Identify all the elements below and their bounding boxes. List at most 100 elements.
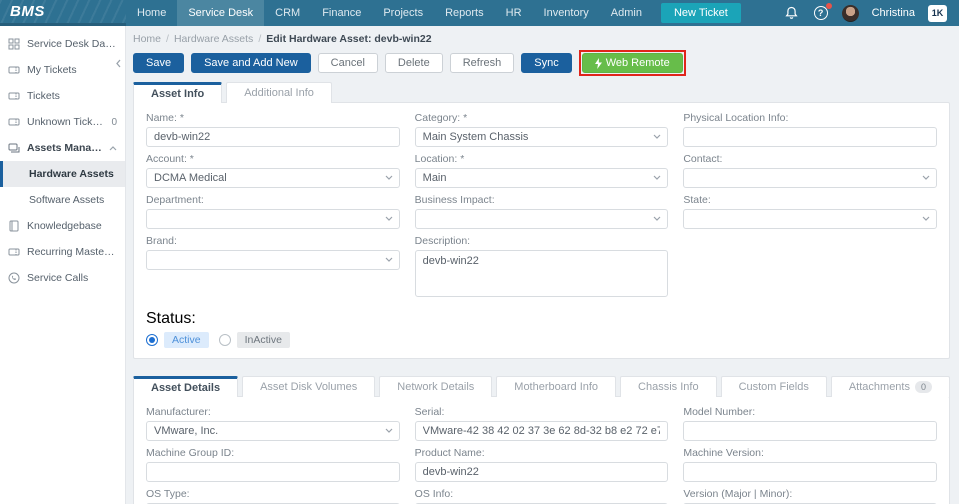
lightning-bolt-icon bbox=[595, 58, 602, 69]
nav-finance[interactable]: Finance bbox=[311, 0, 372, 26]
notifications-bell-icon[interactable] bbox=[784, 5, 800, 21]
category-select[interactable] bbox=[415, 127, 669, 147]
description-textarea[interactable]: devb-win22 bbox=[415, 250, 669, 297]
brand-select[interactable] bbox=[146, 250, 400, 270]
field-location: Location: * bbox=[415, 153, 669, 188]
sidebar-item-label: Service Desk Dashboard bbox=[27, 38, 117, 50]
sidebar-collapse-icon[interactable] bbox=[115, 59, 122, 71]
sync-button[interactable]: Sync bbox=[521, 53, 571, 73]
assets-icon bbox=[8, 142, 20, 154]
help-question-glyph: ? bbox=[814, 6, 828, 20]
name-input[interactable] bbox=[146, 127, 400, 147]
cancel-button[interactable]: Cancel bbox=[318, 53, 378, 73]
secondary-tabs: Asset Details Asset Disk Volumes Network… bbox=[133, 376, 950, 397]
status-inactive-radio[interactable]: InActive bbox=[219, 332, 290, 348]
field-product-name: Product Name: bbox=[415, 447, 669, 482]
save-and-add-new-button[interactable]: Save and Add New bbox=[191, 53, 311, 73]
field-status: Status: Active InActive bbox=[146, 310, 937, 348]
breadcrumb-hardware-assets[interactable]: Hardware Assets bbox=[174, 33, 253, 45]
chevron-up-icon bbox=[109, 146, 117, 151]
sidebar-item-hardware-assets[interactable]: Hardware Assets bbox=[0, 161, 125, 187]
department-select[interactable] bbox=[146, 209, 400, 229]
field-version: Version (Major | Minor): bbox=[683, 488, 937, 504]
sidebar-item-service-desk-dashboard[interactable]: Service Desk Dashboard bbox=[0, 31, 125, 57]
sidebar-item-knowledgebase[interactable]: Knowledgebase bbox=[0, 213, 125, 239]
status-inactive-label: InActive bbox=[237, 332, 290, 348]
nav-reports[interactable]: Reports bbox=[434, 0, 495, 26]
sidebar-item-label: Software Assets bbox=[29, 194, 104, 206]
breadcrumb-separator bbox=[166, 33, 169, 45]
physical-location-input[interactable] bbox=[683, 127, 937, 147]
sidebar-item-service-calls[interactable]: Service Calls bbox=[0, 265, 125, 291]
nav-projects[interactable]: Projects bbox=[372, 0, 434, 26]
web-remote-button[interactable]: Web Remote bbox=[582, 53, 683, 73]
sidebar-item-my-tickets[interactable]: My Tickets bbox=[0, 57, 125, 83]
book-icon bbox=[8, 220, 20, 232]
sidebar-item-assets-management[interactable]: Assets Management bbox=[0, 135, 125, 161]
sidebar-item-label: Unknown Tickets bbox=[27, 116, 104, 128]
nav-hr[interactable]: HR bbox=[495, 0, 533, 26]
tab-network-details[interactable]: Network Details bbox=[379, 376, 492, 397]
main-content: Home Hardware Assets Edit Hardware Asset… bbox=[126, 26, 959, 504]
user-avatar[interactable] bbox=[842, 5, 859, 22]
new-ticket-button[interactable]: New Ticket bbox=[661, 3, 741, 23]
tab-additional-info[interactable]: Additional Info bbox=[226, 82, 332, 103]
field-manufacturer: Manufacturer: bbox=[146, 406, 400, 441]
nav-inventory[interactable]: Inventory bbox=[533, 0, 600, 26]
radio-unselected-icon bbox=[219, 334, 231, 346]
machine-group-id-input[interactable] bbox=[146, 462, 400, 482]
asset-info-panel: Name: * Category: * Physical Location In… bbox=[133, 102, 950, 359]
field-account: Account: * bbox=[146, 153, 400, 188]
tab-attachments[interactable]: Attachments 0 bbox=[831, 376, 950, 397]
save-button[interactable]: Save bbox=[133, 53, 184, 73]
field-brand: Brand: bbox=[146, 235, 400, 302]
status-active-label: Active bbox=[164, 332, 209, 348]
tab-motherboard-info[interactable]: Motherboard Info bbox=[496, 376, 616, 397]
manufacturer-select[interactable] bbox=[146, 421, 400, 441]
top-right-controls: ? Christina 1K bbox=[784, 0, 959, 26]
field-serial: Serial: bbox=[415, 406, 669, 441]
state-select[interactable] bbox=[683, 209, 937, 229]
tab-custom-fields[interactable]: Custom Fields bbox=[721, 376, 827, 397]
tab-asset-disk-volumes[interactable]: Asset Disk Volumes bbox=[242, 376, 375, 397]
machine-version-input[interactable] bbox=[683, 462, 937, 482]
sidebar-item-unknown-tickets[interactable]: Unknown Tickets 0 bbox=[0, 109, 125, 135]
tab-asset-details[interactable]: Asset Details bbox=[133, 376, 238, 397]
account-select[interactable] bbox=[146, 168, 400, 188]
action-toolbar: Save Save and Add New Cancel Delete Refr… bbox=[133, 50, 950, 76]
field-physical-location: Physical Location Info: bbox=[683, 112, 937, 147]
sidebar-item-recurring-master-tickets[interactable]: Recurring Master Tickets bbox=[0, 239, 125, 265]
ticket-icon bbox=[8, 116, 20, 128]
product-name-input[interactable] bbox=[415, 462, 669, 482]
sidebar-item-software-assets[interactable]: Software Assets bbox=[0, 187, 125, 213]
dashboard-icon bbox=[8, 38, 20, 50]
nav-service-desk[interactable]: Service Desk bbox=[177, 0, 264, 26]
breadcrumb: Home Hardware Assets Edit Hardware Asset… bbox=[133, 33, 950, 45]
nav-crm[interactable]: CRM bbox=[264, 0, 311, 26]
tab-asset-info[interactable]: Asset Info bbox=[133, 82, 222, 103]
sidebar-item-label: Recurring Master Tickets bbox=[27, 246, 117, 258]
tab-chassis-info[interactable]: Chassis Info bbox=[620, 376, 717, 397]
kaseya-one-icon[interactable]: 1K bbox=[928, 5, 947, 22]
sidebar-item-tickets[interactable]: Tickets bbox=[0, 83, 125, 109]
field-os-info: OS Info: bbox=[415, 488, 669, 504]
asset-details-panel: Manufacturer: Serial: Model Number: bbox=[133, 396, 950, 504]
sidebar-item-label: Hardware Assets bbox=[29, 168, 114, 180]
location-select[interactable] bbox=[415, 168, 669, 188]
nav-home[interactable]: Home bbox=[126, 0, 177, 26]
status-active-radio[interactable]: Active bbox=[146, 332, 209, 348]
breadcrumb-separator bbox=[258, 33, 261, 45]
user-name[interactable]: Christina bbox=[872, 7, 915, 19]
business-impact-select[interactable] bbox=[415, 209, 669, 229]
contact-select[interactable] bbox=[683, 168, 937, 188]
model-number-input[interactable] bbox=[683, 421, 937, 441]
refresh-button[interactable]: Refresh bbox=[450, 53, 515, 73]
nav-admin[interactable]: Admin bbox=[600, 0, 653, 26]
phone-icon bbox=[8, 272, 20, 284]
help-icon[interactable]: ? bbox=[813, 5, 829, 21]
delete-button[interactable]: Delete bbox=[385, 53, 443, 73]
serial-input[interactable] bbox=[415, 421, 669, 441]
bms-logo[interactable]: BMS bbox=[0, 0, 126, 26]
sidebar-item-label: My Tickets bbox=[27, 64, 77, 76]
breadcrumb-home[interactable]: Home bbox=[133, 33, 161, 45]
